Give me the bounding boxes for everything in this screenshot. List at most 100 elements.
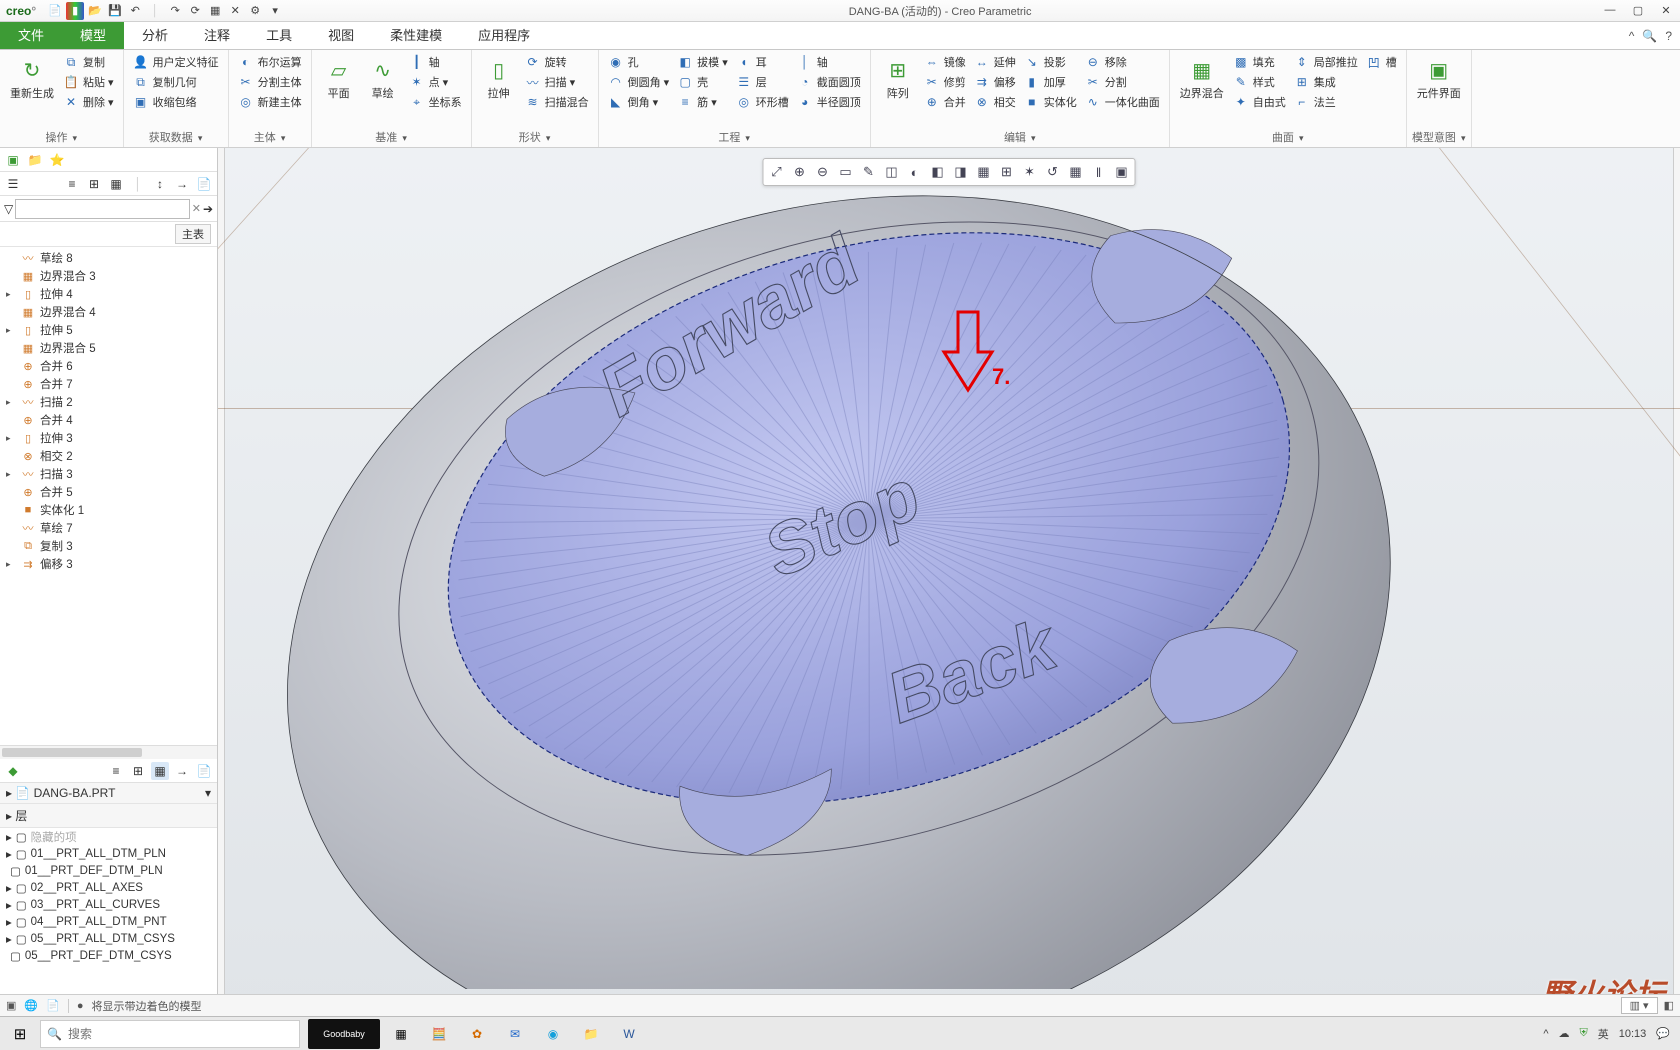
ribbon-用户定义特征[interactable]: 👤用户定义特征 (130, 52, 222, 72)
ribbon-扫描混合[interactable]: ≋扫描混合 (522, 92, 592, 112)
taskbar-search-input[interactable] (68, 1027, 293, 1041)
tab-apps[interactable]: 应用程序 (460, 22, 548, 49)
expander-icon[interactable]: ▸ (6, 915, 12, 929)
filter-clear-icon[interactable]: ✕ (192, 202, 201, 215)
layer-item-1[interactable]: ▸▢01__PRT_ALL_DTM_PLN (0, 845, 217, 862)
ribbon-边界混合[interactable]: ▦边界混合 (1176, 52, 1228, 103)
tree-header-tab[interactable]: 主表 (175, 224, 211, 244)
ribbon-重新生成[interactable]: ↻重新生成 (6, 52, 58, 103)
pin-app-6[interactable]: 📁 (574, 1019, 608, 1049)
tree-item-4[interactable]: ▸▯拉伸 5 (0, 321, 217, 339)
close-button[interactable]: ✕ (1652, 4, 1680, 17)
ribbon-拔模 ▾[interactable]: ◧拔模 ▾ (674, 52, 731, 72)
tree-export-icon[interactable]: 📄 (195, 175, 213, 193)
layer-toggle-icon[interactable]: ◆ (4, 762, 22, 780)
expander-icon[interactable]: ▸ (6, 469, 16, 480)
ribbon-局部推拉[interactable]: ⇕局部推拉 (1291, 52, 1361, 72)
ribbon-偏移[interactable]: ⇉偏移 (971, 72, 1019, 92)
tree-sort-icon[interactable]: ↕ (151, 175, 169, 193)
qat-undo-icon[interactable]: ↶ (126, 2, 144, 20)
tab-flex[interactable]: 柔性建模 (372, 22, 460, 49)
expander-icon[interactable]: ▸ (6, 898, 12, 912)
tray-notif-icon[interactable]: 💬 (1656, 1027, 1670, 1040)
qat-save-icon[interactable]: 💾 (106, 2, 124, 20)
expander-icon[interactable]: ▸ (6, 397, 16, 408)
layer-list2-icon[interactable]: ⊞ (129, 762, 147, 780)
ribbon-修剪[interactable]: ✂修剪 (921, 72, 969, 92)
tree-tab-fav-icon[interactable]: ⭐ (48, 151, 66, 169)
tree-item-17[interactable]: ▸⇉偏移 3 (0, 555, 217, 573)
expander-icon[interactable]: ▸ (6, 433, 16, 444)
layer-item-2[interactable]: ▢01__PRT_DEF_DTM_PLN (0, 862, 217, 879)
qat-more-icon[interactable]: ▾ (266, 2, 284, 20)
status-geom-icon[interactable]: ◧ (1664, 999, 1674, 1012)
tree-item-2[interactable]: ▸▯拉伸 4 (0, 285, 217, 303)
status-view-btn[interactable]: ▥ ▾ (1621, 997, 1658, 1014)
layer-item-0[interactable]: ▸▢隐藏的项 (0, 828, 217, 845)
graphics-canvas[interactable]: ⤢⊕⊖▭✎◫◐◧◨▦⊞✶↺▦‖▣ (218, 148, 1680, 1028)
status-icon-3[interactable]: 📄 (46, 999, 60, 1012)
taskbar-search[interactable]: 🔍 (40, 1020, 300, 1048)
tree-item-14[interactable]: ■实体化 1 (0, 501, 217, 519)
ribbon-拉伸[interactable]: ▯拉伸 (478, 52, 520, 103)
ribbon-样式[interactable]: ✎样式 (1230, 72, 1289, 92)
expander-icon[interactable]: ▸ (6, 932, 12, 946)
tree-filter-input[interactable] (15, 199, 189, 219)
qat-windows-icon[interactable]: ▦ (206, 2, 224, 20)
qat-settings-icon[interactable]: ⚙ (246, 2, 264, 20)
tree-list3-icon[interactable]: ▦ (107, 175, 125, 193)
ribbon-孔[interactable]: ◉孔 (605, 52, 673, 72)
ribbon-槽[interactable]: 凹槽 (1363, 52, 1400, 72)
layer-item-7[interactable]: ▢05__PRT_DEF_DTM_CSYS (0, 947, 217, 964)
expander-icon[interactable]: ▸ (6, 325, 16, 336)
ribbon-新建主体[interactable]: ◎新建主体 (235, 92, 305, 112)
ribbon-截面圆顶[interactable]: ◔截面圆顶 (794, 72, 864, 92)
tab-tools[interactable]: 工具 (248, 22, 310, 49)
tree-item-12[interactable]: ▸〰扫描 3 (0, 465, 217, 483)
qat-palette-icon[interactable]: ▮ (66, 2, 84, 20)
ribbon-布尔运算[interactable]: ◐布尔运算 (235, 52, 305, 72)
ribbon-镜像[interactable]: ⇔镜像 (921, 52, 969, 72)
tree-item-7[interactable]: ⊕合并 7 (0, 375, 217, 393)
pin-goodbaby[interactable]: Goodbaby (308, 1019, 380, 1049)
tree-item-15[interactable]: 〰草绘 7 (0, 519, 217, 537)
help-icon[interactable]: ? (1665, 29, 1672, 43)
tab-annotate[interactable]: 注释 (186, 22, 248, 49)
pin-app-2[interactable]: 🧮 (422, 1019, 456, 1049)
minimize-button[interactable]: — (1596, 4, 1624, 17)
ribbon-复制几何[interactable]: ⧉复制几何 (130, 72, 222, 92)
ribbon-元件界面[interactable]: ▣元件界面 (1413, 52, 1465, 103)
ribbon-投影[interactable]: ↘投影 (1021, 52, 1080, 72)
ribbon-延伸[interactable]: ↔延伸 (971, 52, 1019, 72)
ribbon-一体化曲面[interactable]: ∿一体化曲面 (1082, 92, 1163, 112)
ribbon-分割主体[interactable]: ✂分割主体 (235, 72, 305, 92)
qat-redo-icon[interactable]: ↷ (166, 2, 184, 20)
ribbon-填充[interactable]: ▩填充 (1230, 52, 1289, 72)
tree-item-13[interactable]: ⊕合并 5 (0, 483, 217, 501)
filter-icon[interactable]: ▽ (4, 202, 13, 216)
pin-app-3[interactable]: ✿ (460, 1019, 494, 1049)
expander-icon[interactable]: ▸ (6, 881, 12, 895)
pin-app-7[interactable]: W (612, 1019, 646, 1049)
ribbon-自由式[interactable]: ✦自由式 (1230, 92, 1289, 112)
tab-analysis[interactable]: 分析 (124, 22, 186, 49)
tree-item-9[interactable]: ⊕合并 4 (0, 411, 217, 429)
tab-file[interactable]: 文件 (0, 22, 62, 49)
tab-view[interactable]: 视图 (310, 22, 372, 49)
ribbon-分割[interactable]: ✂分割 (1082, 72, 1163, 92)
layer-item-6[interactable]: ▸▢05__PRT_ALL_DTM_CSYS (0, 930, 217, 947)
tree-item-3[interactable]: ▦边界混合 4 (0, 303, 217, 321)
tray-up-icon[interactable]: ^ (1543, 1028, 1548, 1040)
tree-item-1[interactable]: ▦边界混合 3 (0, 267, 217, 285)
tree-tab-model-icon[interactable]: ▣ (4, 151, 22, 169)
tray-shield-icon[interactable]: ⛨ (1580, 1027, 1588, 1040)
tree-toggle-icon[interactable]: ☰ (4, 175, 22, 193)
expander-icon[interactable]: ▸ (6, 559, 16, 570)
pin-app-4[interactable]: ✉ (498, 1019, 532, 1049)
layer-list1-icon[interactable]: ≡ (107, 762, 125, 780)
ribbon-合并[interactable]: ⊕合并 (921, 92, 969, 112)
tree-item-0[interactable]: 〰草绘 8 (0, 249, 217, 267)
collapse-ribbon-icon[interactable]: ^ (1629, 29, 1635, 43)
ribbon-环形槽[interactable]: ◎环形槽 (733, 92, 792, 112)
expander-icon[interactable]: ▸ (6, 830, 12, 844)
